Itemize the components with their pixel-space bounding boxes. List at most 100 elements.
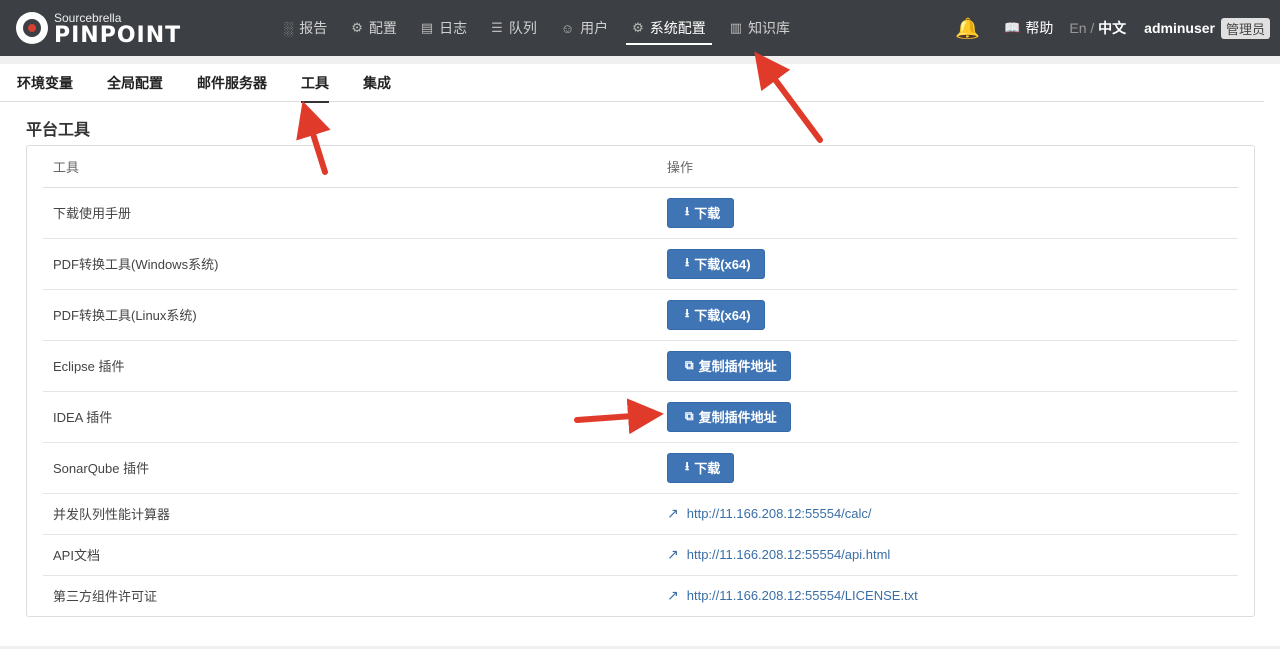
nav-item-label: 队列	[508, 20, 537, 36]
help-label: 帮助	[1025, 20, 1054, 36]
download-button[interactable]: ⭳ 下载	[667, 452, 735, 483]
copy-icon: ⧉	[685, 409, 694, 423]
username[interactable]: adminuser	[1144, 20, 1215, 36]
role-badge: 管理员	[1220, 17, 1270, 39]
notification-bell-icon[interactable]: 🔔	[955, 16, 980, 41]
top-navbar: Sourcebrella PINPOINT ░ 报告 ⚙ 配置 ▤ 日志 ☰ 队列 ☺ 用户 ⚙ 系统…	[0, 0, 1280, 56]
action-label: http://11.166.208.12:55554/LICENSE.txt	[686, 588, 918, 604]
tool-name: IDEA 插件	[43, 391, 657, 443]
tool-action: ⧉ 复制插件地址	[657, 340, 1238, 392]
table-row: 并发队列性能计算器 ↗ http://11.166.208.12:55554/cal…	[43, 493, 1238, 535]
nav-item-6[interactable]: ▥ 知识库	[718, 0, 802, 56]
list-icon: ☰	[491, 20, 503, 35]
table-row: 第三方组件许可证 ↗ http://11.166.208.12:55554/LICE…	[43, 575, 1238, 616]
external-link-icon: ↗	[667, 587, 679, 604]
header-action: 操作	[657, 146, 1238, 188]
copy-icon: ⧉	[685, 358, 694, 372]
action-label: http://11.166.208.12:55554/calc/	[686, 506, 872, 521]
document-icon: ▤	[420, 20, 434, 35]
book-icon: ▥	[729, 20, 743, 35]
download-button[interactable]: ⭳ 下载	[667, 197, 735, 228]
external-link[interactable]: ↗ http://11.166.208.12:55554/LICENSE.txt	[667, 587, 918, 604]
nav-item-4[interactable]: ☺ 用户	[549, 0, 620, 56]
download-icon: ⭳	[685, 255, 690, 269]
tool-action: ↗ http://11.166.208.12:55554/LICENSE.txt	[657, 575, 1238, 616]
tab-0[interactable]: 环境变量	[0, 64, 90, 102]
tool-name: 下载使用手册	[43, 187, 657, 239]
download-button[interactable]: ⭳ 下载(x64)	[667, 248, 765, 279]
help-link[interactable]: 📖 帮助	[1004, 18, 1053, 38]
tools-card: 工具 操作 下载使用手册 ⭳ 下载 PDF转换工具(Windows系统) ⭳ 下载(x64…	[26, 145, 1255, 617]
table-row: PDF转换工具(Linux系统) ⭳ 下载(x64)	[43, 289, 1238, 341]
tool-name: 第三方组件许可证	[53, 589, 158, 605]
external-link[interactable]: ↗ http://11.166.208.12:55554/api.html	[667, 546, 890, 563]
nav-item-2[interactable]: ▤ 日志	[409, 0, 479, 56]
external-link[interactable]: ↗ http://11.166.208.12:55554/calc/	[667, 505, 872, 522]
tool-name: 并发队列性能计算器	[43, 493, 657, 535]
tools-table: 工具 操作 下载使用手册 ⭳ 下载 PDF转换工具(Windows系统) ⭳ 下载(x64…	[43, 146, 1238, 616]
tool-name: SonarQube 插件	[43, 442, 657, 494]
action-label: 复制插件地址	[698, 410, 777, 425]
table-row: API文档 ↗ http://11.166.208.12:55554/api.htm…	[43, 534, 1238, 576]
tool-action: ⭳ 下载(x64)	[657, 289, 1238, 341]
action-label: 下载	[694, 461, 721, 476]
main-panel: 环境变量 全局配置 邮件服务器 工具 集成 平台工具 工具 操作 下载使用手册 ⭳ 下载 PD…	[0, 64, 1280, 646]
tool-action: ⭳ 下载(x64)	[657, 238, 1238, 290]
nav-item-0[interactable]: ░ 报告	[272, 0, 339, 56]
tool-action: ↗ http://11.166.208.12:55554/api.html	[657, 534, 1238, 576]
header-tool: 工具	[43, 146, 657, 188]
action-label: 下载	[694, 206, 721, 221]
table-row: SonarQube 插件 ⭳ 下载	[43, 442, 1238, 494]
action-label: 下载(x64)	[694, 308, 751, 323]
nav-item-1[interactable]: ⚙ 配置	[339, 0, 409, 56]
table-row: PDF转换工具(Windows系统) ⭳ 下载(x64)	[43, 238, 1238, 290]
tool-name: API文档	[43, 534, 657, 576]
tab-4[interactable]: 集成	[346, 64, 408, 102]
section-title: 平台工具	[26, 122, 91, 139]
action-label: 下载(x64)	[694, 257, 751, 272]
table-row: 下载使用手册 ⭳ 下载	[43, 187, 1238, 239]
main-nav: ░ 报告 ⚙ 配置 ▤ 日志 ☰ 队列 ☺ 用户 ⚙ 系统配置 ▥ 知识库	[272, 0, 802, 56]
tab-2[interactable]: 邮件服务器	[180, 64, 284, 102]
nav-item-5[interactable]: ⚙ 系统配置	[620, 0, 718, 56]
action-label: http://11.166.208.12:55554/api.html	[686, 547, 891, 562]
external-link-icon: ↗	[667, 546, 679, 562]
tool-action: ⭳ 下载	[657, 442, 1238, 494]
tool-action: ↗ http://11.166.208.12:55554/calc/	[657, 493, 1238, 535]
tool-name: PDF转换工具(Windows系统)	[43, 238, 657, 290]
gear-icon: ⚙	[632, 20, 644, 35]
nav-item-label: 报告	[299, 20, 328, 36]
tab-3[interactable]: 工具	[284, 64, 346, 103]
bar-chart-icon: ░	[284, 20, 294, 36]
action-label: 复制插件地址	[698, 359, 777, 374]
lang-zh[interactable]: 中文	[1098, 20, 1126, 36]
download-icon: ⭳	[685, 459, 690, 473]
tool-action: ⧉ 复制插件地址	[657, 391, 1238, 443]
logo-product: PINPOINT	[54, 23, 182, 48]
nav-item-label: 日志	[439, 20, 468, 36]
copy-plugin-url-button[interactable]: ⧉ 复制插件地址	[667, 401, 791, 432]
tab-1[interactable]: 全局配置	[90, 64, 180, 102]
download-icon: ⭳	[685, 306, 690, 320]
tool-name: Eclipse 插件	[43, 340, 657, 392]
pinpoint-logo[interactable]: Sourcebrella PINPOINT	[16, 10, 186, 48]
nav-item-label: 配置	[368, 20, 397, 36]
download-button[interactable]: ⭳ 下载(x64)	[667, 299, 765, 330]
settings-tabs: 环境变量 全局配置 邮件服务器 工具 集成	[0, 64, 1264, 103]
download-icon: ⭳	[685, 204, 690, 218]
nav-item-label: 系统配置	[649, 20, 706, 36]
users-icon: ☺	[560, 20, 575, 36]
copy-plugin-url-button[interactable]: ⧉ 复制插件地址	[667, 350, 791, 381]
lang-en[interactable]: En	[1069, 20, 1086, 36]
nav-item-label: 用户	[580, 20, 609, 36]
tool-name: PDF转换工具(Linux系统)	[43, 289, 657, 341]
table-row: Eclipse 插件 ⧉ 复制插件地址	[43, 340, 1238, 392]
table-row: IDEA 插件 ⧉ 复制插件地址	[43, 391, 1238, 443]
gear-icon: ⚙	[351, 20, 363, 35]
navbar-right: 🔔 📖 帮助 En / 中文 adminuser 管理员	[955, 0, 1270, 56]
nav-item-label: 知识库	[748, 20, 791, 36]
book-icon: 📖	[1004, 20, 1021, 35]
table-header-row: 工具 操作	[43, 146, 1238, 188]
nav-item-3[interactable]: ☰ 队列	[479, 0, 549, 56]
external-link-icon: ↗	[667, 505, 679, 521]
